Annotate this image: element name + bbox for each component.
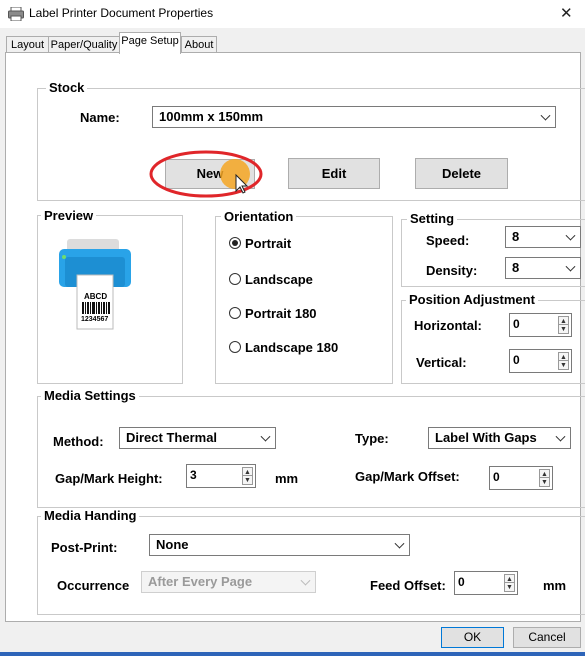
window-title: Label Printer Document Properties — [29, 6, 214, 20]
radio-icon — [229, 341, 241, 353]
chevron-down-icon — [260, 431, 271, 442]
density-label: Density: — [426, 263, 478, 278]
method-select[interactable]: Direct Thermal — [119, 427, 276, 449]
horizontal-label: Horizontal: — [414, 318, 482, 333]
portrait-180-radio[interactable]: Portrait 180 — [229, 306, 317, 321]
tab-layout[interactable]: Layout — [6, 36, 49, 53]
radio-selected-icon — [229, 237, 241, 249]
type-select[interactable]: Label With Gaps — [428, 427, 571, 449]
density-select[interactable]: 8 — [505, 257, 581, 279]
orientation-legend: Orientation — [221, 209, 297, 224]
occurrence-label: Occurrence — [57, 578, 130, 593]
feed-offset-spinner[interactable]: 0 ▲ ▼ — [454, 571, 518, 595]
vertical-spinner[interactable]: 0 ▲ ▼ — [509, 349, 572, 373]
media-settings-legend: Media Settings — [41, 388, 139, 403]
chevron-down-icon — [565, 230, 576, 241]
tab-paper-quality[interactable]: Paper/Quality — [48, 36, 120, 53]
post-print-select[interactable]: None — [149, 534, 410, 556]
media-handing-legend: Media Handing — [41, 508, 140, 523]
label-sample-text: ABCD — [84, 292, 108, 301]
position-adjustment-legend: Position Adjustment — [406, 292, 538, 307]
feed-offset-label: Feed Offset: — [370, 578, 446, 593]
delete-button[interactable]: Delete — [415, 158, 508, 189]
horizontal-spinner[interactable]: 0 ▲ ▼ — [509, 313, 572, 337]
stock-legend: Stock — [46, 80, 88, 95]
mouse-cursor-icon — [220, 159, 250, 194]
type-label: Type: — [355, 431, 389, 446]
cancel-button[interactable]: Cancel — [513, 627, 581, 648]
barcode-icon — [82, 302, 110, 314]
media-handing-group — [37, 516, 585, 615]
chevron-down-icon — [555, 431, 566, 442]
edit-button[interactable]: Edit — [288, 158, 380, 189]
chevron-down-icon — [300, 575, 311, 586]
spinner-arrows[interactable]: ▲ ▼ — [539, 469, 550, 487]
spinner-arrows[interactable]: ▲ ▼ — [558, 316, 569, 334]
taskbar-edge — [0, 652, 585, 656]
feed-offset-unit: mm — [543, 578, 567, 593]
stock-name-label: Name: — [80, 110, 120, 125]
gap-mark-height-spinner[interactable]: 3 ▲ ▼ — [186, 464, 256, 488]
barcode-number: 1234567 — [81, 316, 109, 323]
post-print-label: Post-Print: — [51, 540, 118, 555]
radio-icon — [229, 307, 241, 319]
vertical-label: Vertical: — [416, 355, 467, 370]
portrait-radio[interactable]: Portrait — [229, 236, 291, 251]
method-label: Method: — [53, 434, 104, 449]
printer-icon — [8, 7, 24, 21]
radio-icon — [229, 273, 241, 285]
chevron-down-icon — [394, 538, 405, 549]
stock-name-select[interactable]: 100mm x 150mm — [152, 106, 556, 128]
chevron-down-icon — [565, 261, 576, 272]
spinner-arrows[interactable]: ▲ ▼ — [558, 352, 569, 370]
speed-select[interactable]: 8 — [505, 226, 581, 248]
chevron-down-icon — [540, 110, 551, 121]
setting-legend: Setting — [407, 211, 458, 226]
close-icon[interactable]: ✕ — [560, 4, 573, 22]
spinner-arrows[interactable]: ▲ ▼ — [242, 467, 253, 485]
preview-legend: Preview — [41, 208, 97, 223]
ok-button[interactable]: OK — [441, 627, 504, 648]
tab-about[interactable]: About — [181, 36, 217, 53]
media-settings-group — [37, 396, 585, 508]
tab-page-setup[interactable]: Page Setup — [119, 32, 181, 54]
landscape-radio[interactable]: Landscape — [229, 272, 313, 287]
gap-mark-offset-label: Gap/Mark Offset: — [355, 469, 460, 484]
gap-mark-height-unit: mm — [275, 471, 299, 486]
title-bar: Label Printer Document Properties ✕ — [0, 0, 585, 28]
speed-label: Speed: — [426, 233, 470, 248]
spinner-arrows[interactable]: ▲ ▼ — [504, 574, 515, 592]
gap-mark-offset-spinner[interactable]: 0 ▲ ▼ — [489, 466, 553, 490]
occurrence-select[interactable]: After Every Page — [141, 571, 316, 593]
gap-mark-height-label: Gap/Mark Height: — [55, 471, 163, 486]
landscape-180-radio[interactable]: Landscape 180 — [229, 340, 338, 355]
